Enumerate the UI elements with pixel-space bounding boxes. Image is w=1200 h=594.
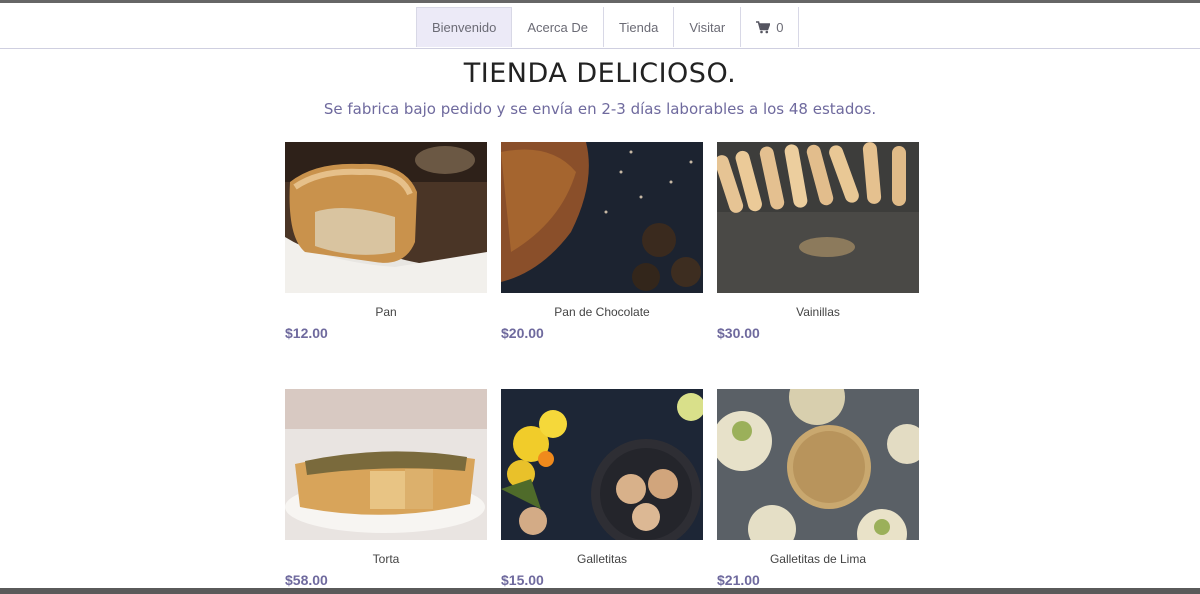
nav-item-tienda[interactable]: Tienda xyxy=(604,7,675,47)
cart-count: 0 xyxy=(776,19,784,35)
bread-loaf-photo[interactable] xyxy=(285,142,487,293)
nav-item-label: Bienvenido xyxy=(432,20,497,35)
product-card[interactable]: Pan de Chocolate $20.00 xyxy=(501,142,703,341)
product-name[interactable]: Pan xyxy=(285,305,487,319)
product-name[interactable]: Galletitas xyxy=(501,552,703,566)
nav-item-bienvenido[interactable]: Bienvenido xyxy=(417,7,513,47)
product-card[interactable]: Pan $12.00 xyxy=(285,142,487,341)
product-card[interactable]: Vainillas $30.00 xyxy=(717,142,919,341)
product-price: $15.00 xyxy=(501,572,544,588)
nav-item-label: Visitar xyxy=(689,19,726,35)
product-card[interactable]: Galletitas $15.00 xyxy=(501,389,703,588)
chocolate-bread-photo[interactable] xyxy=(501,142,703,293)
tart-photo[interactable] xyxy=(285,389,487,540)
nav-item-acerca-de[interactable]: Acerca De xyxy=(512,7,605,47)
product-card[interactable]: Galletitas de Lima $21.00 xyxy=(717,389,919,588)
nav-item-label: Tienda xyxy=(619,19,659,35)
lime-cookies-photo[interactable] xyxy=(717,389,919,540)
product-price: $21.00 xyxy=(717,572,760,588)
product-price: $12.00 xyxy=(285,325,328,341)
cookies-photo[interactable] xyxy=(501,389,703,540)
product-price: $20.00 xyxy=(501,325,544,341)
product-name[interactable]: Pan de Chocolate xyxy=(501,305,703,319)
nav-item-label: Acerca De xyxy=(527,19,589,35)
product-name[interactable]: Galletitas de Lima xyxy=(717,552,919,566)
product-price: $30.00 xyxy=(717,325,760,341)
product-name[interactable]: Vainillas xyxy=(717,305,919,319)
nav-item-visitar[interactable]: Visitar xyxy=(674,7,742,47)
page-subtitle: Se fabrica bajo pedido y se envía en 2-3… xyxy=(323,100,877,118)
top-navigation: Bienvenido Acerca De Tienda Visitar 0 xyxy=(0,3,1200,49)
product-card[interactable]: Torta $58.00 xyxy=(285,389,487,588)
nav-item-cart[interactable]: 0 xyxy=(741,7,800,47)
nav-menu: Bienvenido Acerca De Tienda Visitar 0 xyxy=(416,7,800,47)
product-price: $58.00 xyxy=(285,572,328,588)
product-name[interactable]: Torta xyxy=(285,552,487,566)
ladyfingers-photo[interactable] xyxy=(717,142,919,293)
window-bottom-border xyxy=(0,588,1200,594)
shopping-cart-icon xyxy=(756,20,771,33)
page-title: TIENDA DELICIOSO. xyxy=(463,58,737,89)
